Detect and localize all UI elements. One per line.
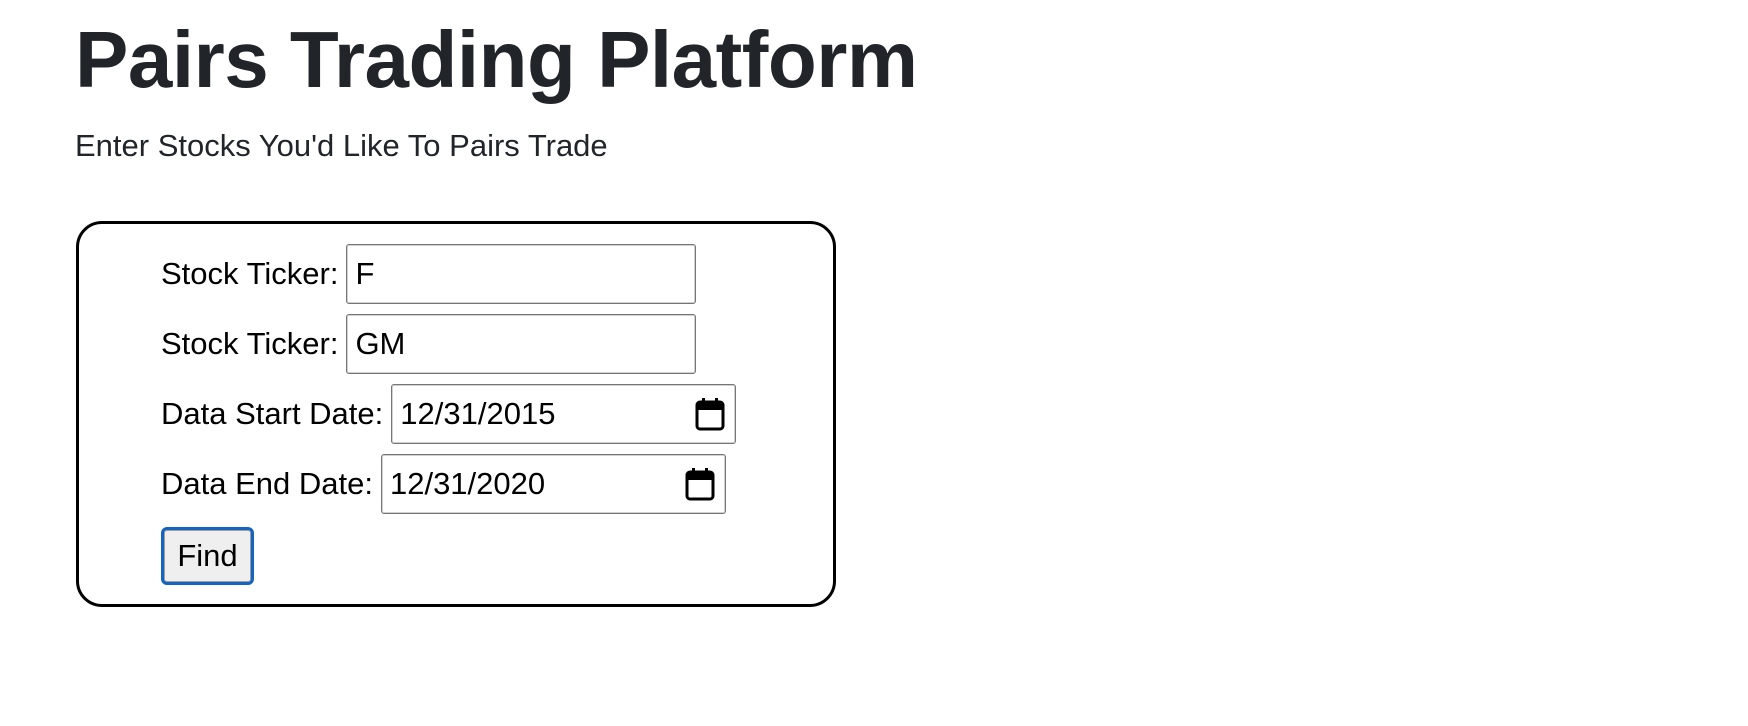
ticker-1-row: Stock Ticker:	[161, 244, 697, 304]
calendar-icon[interactable]	[685, 467, 715, 501]
start-date-input[interactable]: 12/31/2015	[391, 384, 737, 444]
page-title: Pairs Trading Platform	[75, 15, 918, 104]
end-date-input[interactable]: 12/31/2020	[380, 454, 726, 514]
ticker-2-input[interactable]	[346, 314, 697, 374]
ticker-1-input[interactable]	[346, 244, 697, 304]
end-date-label: Data End Date:	[161, 466, 373, 501]
pair-search-form: Stock Ticker: Stock Ticker: Data Start D…	[76, 221, 836, 607]
end-date-row: Data End Date: 12/31/2020	[161, 454, 726, 514]
start-date-value[interactable]: 12/31/2015	[400, 396, 555, 432]
start-date-label: Data Start Date:	[161, 396, 384, 431]
find-button[interactable]: Find	[161, 527, 254, 585]
ticker-2-label: Stock Ticker:	[161, 326, 339, 361]
end-date-value[interactable]: 12/31/2020	[390, 466, 545, 502]
ticker-2-row: Stock Ticker:	[161, 314, 697, 374]
calendar-icon[interactable]	[695, 397, 725, 431]
page-subtitle: Enter Stocks You'd Like To Pairs Trade	[75, 128, 608, 163]
ticker-1-label: Stock Ticker:	[161, 256, 339, 291]
start-date-row: Data Start Date: 12/31/2015	[161, 384, 737, 444]
